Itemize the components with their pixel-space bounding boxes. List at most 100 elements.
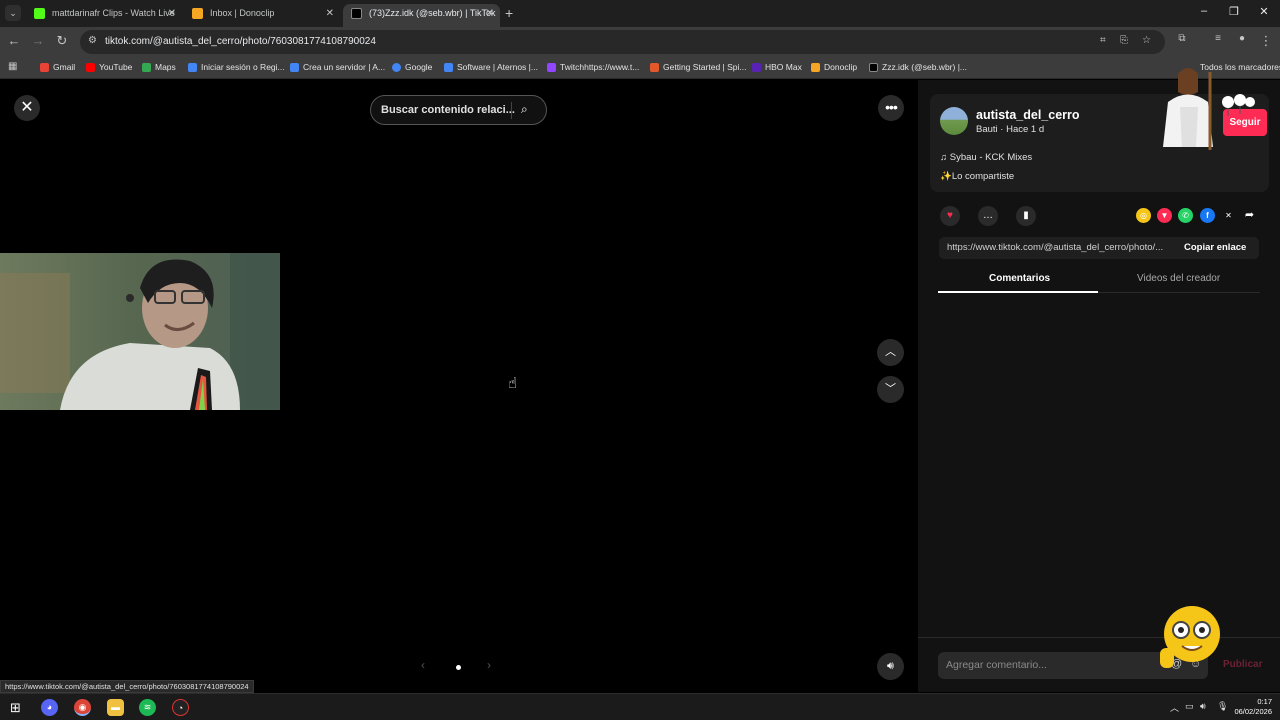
system-clock[interactable]: 0:17 06/02/2026 (1228, 697, 1272, 717)
bookmark-label: Gmail (53, 62, 76, 72)
tab-close-icon[interactable]: ✕ (168, 4, 176, 23)
tray-chevron-icon[interactable]: ︿ (1170, 701, 1179, 714)
site-info-icon[interactable]: ⚙ (88, 35, 97, 46)
browser-tab-kick[interactable]: mattdarinafr Clips - Watch Live ✕ (26, 4, 182, 27)
comment-button[interactable]: … (978, 206, 998, 226)
bookmark-google[interactable]: Google (392, 62, 432, 72)
share-send-button[interactable]: ▼ (1157, 208, 1172, 223)
extensions-icon[interactable]: ⧉ (1174, 33, 1190, 44)
url-text[interactable]: tiktok.com/@autista_del_cerro/photo/7603… (105, 36, 376, 47)
bookmark-label: YouTube (99, 62, 133, 72)
windows-taskbar: ⊞ ◕ ◉ ▬ ≋ ◔ ︿ ▭ 🔊︎ 🎙︎ 0:17 06/02/2026 (0, 693, 1280, 720)
creator-username[interactable]: autista_del_cerro (976, 108, 1080, 122)
bookmark-label: Software | Aternos |... (457, 62, 538, 72)
windows-start-icon[interactable]: ⊞ (7, 699, 24, 716)
bookmark-aternos[interactable]: Software | Aternos |... (444, 62, 538, 72)
active-tab-indicator (938, 291, 1098, 293)
volume-tray-icon[interactable]: 🔊︎ (1200, 701, 1206, 712)
maps-icon (142, 63, 151, 72)
tab-title: mattdarinafr Clips - Watch Live (52, 8, 175, 18)
restore-icon[interactable]: ❐ (1226, 5, 1242, 18)
share-facebook-button[interactable]: f (1200, 208, 1215, 223)
bookmark-gmail[interactable]: Gmail (40, 62, 75, 72)
photo-viewer: ✕ Buscar contenido relaci... ⌕ ••• ︿ ﹀ ☝… (0, 80, 918, 692)
previous-post-button[interactable]: ︿ (877, 339, 904, 366)
browser-tab-tiktok[interactable]: (73)Zzz.idk (@seb.wbr) | TikTok ✕ (343, 4, 500, 27)
bookmark-youtube[interactable]: YouTube (86, 62, 132, 72)
bookmark-crea-servidor[interactable]: Crea un servidor | A... (290, 62, 385, 72)
creator-subline: Bauti · Hace 1 d (976, 124, 1045, 135)
bookmark-tiktok-profile[interactable]: Zzz.idk (@seb.wbr) |... (869, 62, 967, 72)
discord-icon[interactable]: ◕ (41, 699, 58, 716)
post-link-text[interactable]: https://www.tiktok.com/@autista_del_cerr… (947, 242, 1172, 253)
browser-tab-donoclip[interactable]: Inbox | Donoclip ✕ (184, 4, 340, 27)
bookmark-hbo-max[interactable]: HBO Max (752, 62, 802, 72)
chevron-up-icon: ︿ (885, 346, 896, 358)
share-whatsapp-button[interactable]: ✆ (1178, 208, 1193, 223)
bookmark-star-icon[interactable]: ☆ (1142, 35, 1151, 46)
tab-close-icon[interactable]: ✕ (486, 4, 494, 23)
obs-icon[interactable]: ◔ (172, 699, 189, 716)
next-photo-arrow[interactable]: › (487, 658, 491, 672)
speaker-icon: 🔊︎ (887, 660, 894, 672)
search-icon[interactable]: ⌕ (521, 102, 528, 117)
install-app-icon[interactable]: ⎘ (1120, 35, 1128, 46)
bookmark-donoclip[interactable]: Donoclip (811, 62, 857, 72)
more-options-button[interactable]: ••• (878, 95, 904, 121)
microphone-icon[interactable]: 🎙︎ (1217, 701, 1228, 712)
chrome-icon[interactable]: ◉ (74, 699, 91, 716)
menu-kebab-icon[interactable]: ⋮ (1258, 33, 1274, 49)
spotify-icon[interactable]: ≋ (139, 699, 156, 716)
bookmark-twitch[interactable]: Twitchhttps://www.t... (547, 62, 639, 72)
tab-creator-videos[interactable]: Videos del creador (1137, 273, 1220, 284)
tab-title: (73)Zzz.idk (@seb.wbr) | TikTok (369, 8, 496, 18)
bookmark-icon: ▮ (1023, 210, 1029, 221)
clock-time: 0:17 (1257, 697, 1272, 706)
reload-icon[interactable]: ↻ (54, 33, 70, 49)
facebook-icon: f (1206, 211, 1209, 220)
file-explorer-icon[interactable]: ▬ (107, 699, 124, 716)
bookmarks-bar: ▦ Gmail YouTube Maps Iniciar sesión o Re… (0, 57, 1280, 79)
forward-arrow-icon[interactable]: → (30, 33, 46, 48)
tab-title: Inbox | Donoclip (210, 8, 275, 18)
translate-icon[interactable]: ⌗ (1100, 35, 1106, 46)
window-close-icon[interactable]: ✕ (1256, 5, 1272, 18)
post-link-box: https://www.tiktok.com/@autista_del_cerr… (939, 237, 1259, 259)
media-controls-icon[interactable]: ≡ (1210, 33, 1226, 44)
bookmark-maps[interactable]: Maps (142, 62, 176, 72)
bookmark-label: Twitchhttps://www.t... (560, 62, 640, 72)
post-comment-button[interactable]: Publicar (1223, 659, 1262, 670)
sparkle-icon: ✨ (940, 171, 952, 182)
next-post-button[interactable]: ﹀ (877, 376, 904, 403)
share-embed-button[interactable]: ◎ (1136, 208, 1151, 223)
share-x-button[interactable]: ✕ (1221, 208, 1236, 223)
tab-search-chevron-icon[interactable]: ⌄ (5, 5, 21, 21)
minimize-icon[interactable]: – (1196, 5, 1212, 17)
bookmark-spigot[interactable]: Getting Started | Spi... (650, 62, 746, 72)
related-search-box[interactable]: Buscar contenido relaci... ⌕ (370, 95, 547, 125)
volume-button[interactable]: 🔊︎ (877, 653, 904, 680)
share-more-button[interactable]: ➦ (1242, 208, 1257, 223)
tab-comments[interactable]: Comentarios (989, 273, 1050, 284)
x-icon: ✕ (1225, 211, 1232, 220)
tab-close-icon[interactable]: ✕ (326, 4, 334, 23)
back-arrow-icon[interactable]: ← (6, 33, 22, 48)
like-button[interactable]: ♥ (940, 206, 960, 226)
globe-icon (290, 63, 299, 72)
search-divider (511, 102, 512, 119)
save-button[interactable]: ▮ (1016, 206, 1036, 226)
music-track[interactable]: ♫ Sybau - KCK Mixes (940, 152, 1032, 163)
prev-photo-arrow[interactable]: ‹ (421, 658, 425, 672)
profile-avatar-icon[interactable]: ● (1234, 33, 1250, 44)
creator-avatar[interactable] (940, 107, 968, 135)
apps-grid-icon[interactable]: ▦ (8, 61, 17, 72)
close-viewer-button[interactable]: ✕ (14, 95, 40, 121)
copy-link-button[interactable]: Copiar enlace (1184, 242, 1246, 253)
browser-toolbar: ← → ↻ ⚙ tiktok.com/@autista_del_cerro/ph… (0, 27, 1280, 57)
new-tab-plus-icon[interactable]: + (505, 5, 513, 21)
address-bar[interactable]: ⚙ tiktok.com/@autista_del_cerro/photo/76… (80, 30, 1165, 54)
network-icon[interactable]: ▭ (1185, 701, 1194, 712)
bookmark-label: Maps (155, 62, 176, 72)
bookmark-iniciar-sesion[interactable]: Iniciar sesión o Regi... (188, 62, 285, 72)
bookmark-label: Getting Started | Spi... (663, 62, 747, 72)
